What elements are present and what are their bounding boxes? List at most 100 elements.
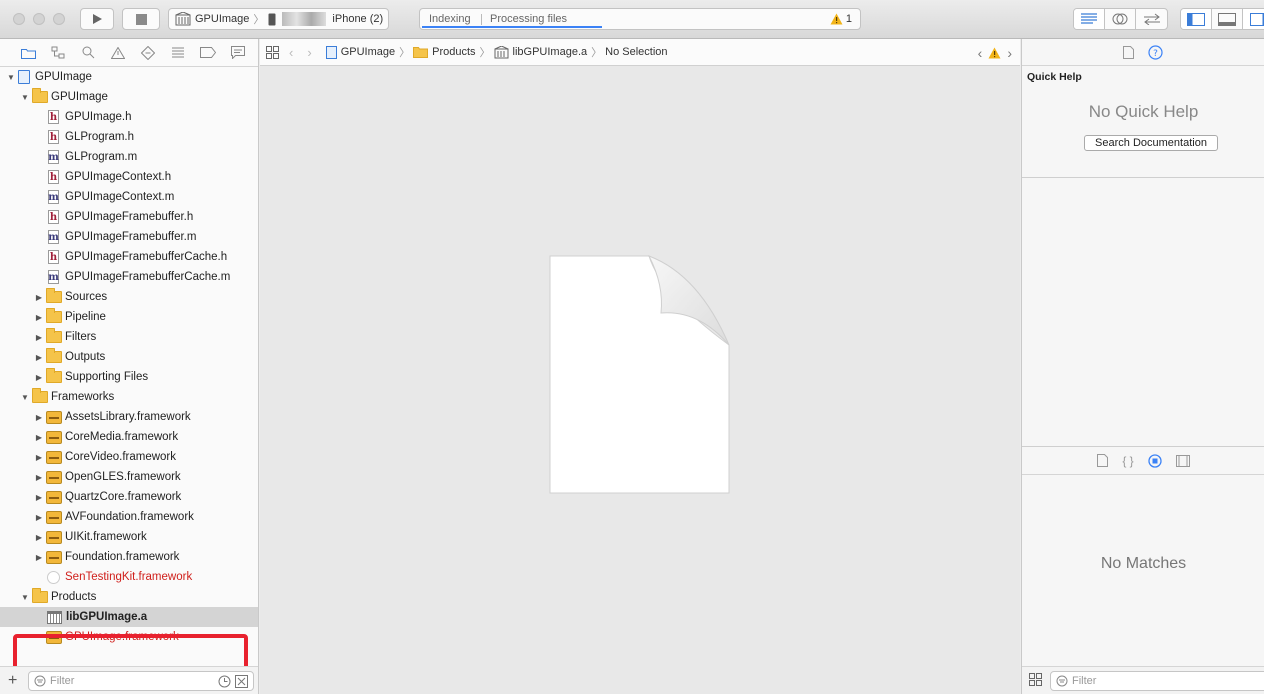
warning-icon[interactable]: [988, 47, 1001, 59]
disclosure-closed-icon[interactable]: ▶: [34, 372, 44, 382]
breadcrumb-library[interactable]: libGPUImage.a: [494, 45, 587, 59]
disclosure-closed-icon[interactable]: ▶: [34, 432, 44, 442]
source-file-icon: m: [48, 150, 59, 164]
disclosure-closed-icon[interactable]: ▶: [34, 552, 44, 562]
disclosure-closed-icon[interactable]: ▶: [34, 452, 44, 462]
navigator-filter-input[interactable]: Filter: [28, 671, 254, 691]
tree-row[interactable]: h GPUImageFramebuffer.h: [0, 207, 258, 227]
tree-row[interactable]: ▼ GPUImage: [0, 67, 258, 87]
disclosure-open-icon[interactable]: ▼: [20, 392, 30, 402]
warning-indicator[interactable]: 1: [830, 13, 852, 25]
run-button[interactable]: [80, 8, 114, 30]
toggle-navigator-button[interactable]: [1181, 9, 1212, 29]
disclosure-open-icon[interactable]: ▼: [20, 592, 30, 602]
minimize-window-button[interactable]: [33, 13, 45, 25]
tree-row[interactable]: h GPUImageContext.h: [0, 167, 258, 187]
test-tab-icon[interactable]: [138, 45, 158, 61]
tree-row[interactable]: h GLProgram.h: [0, 127, 258, 147]
tree-row[interactable]: ▶ Foundation.framework: [0, 547, 258, 567]
disclosure-open-icon[interactable]: ▼: [6, 72, 16, 82]
disclosure-closed-icon[interactable]: ▶: [34, 292, 44, 302]
tree-row[interactable]: ▶ UIKit.framework: [0, 527, 258, 547]
tree-row[interactable]: ▶ Supporting Files: [0, 367, 258, 387]
disclosure-closed-icon[interactable]: ▶: [34, 472, 44, 482]
toggle-inspector-button[interactable]: [1243, 9, 1264, 29]
hierarchy-tab-icon[interactable]: [48, 45, 68, 61]
activity-view: Indexing Processing files 1: [419, 8, 861, 30]
disclosure-closed-icon[interactable]: ▶: [34, 352, 44, 362]
disclosure-closed-icon[interactable]: ▶: [34, 532, 44, 542]
tree-row[interactable]: libGPUImage.a: [0, 607, 258, 627]
breadcrumb-project[interactable]: GPUImage: [325, 45, 395, 59]
library-filter-input[interactable]: Filter: [1050, 671, 1264, 691]
toggle-debug-area-button[interactable]: [1212, 9, 1243, 29]
search-tab-icon[interactable]: [78, 45, 98, 61]
breadcrumb-selection[interactable]: No Selection: [605, 46, 667, 58]
media-library-icon[interactable]: [1175, 454, 1190, 467]
tree-row[interactable]: ▶ Outputs: [0, 347, 258, 367]
tree-row[interactable]: m GPUImageFramebufferCache.m: [0, 267, 258, 287]
disclosure-closed-icon[interactable]: ▶: [34, 312, 44, 322]
issue-tab-icon[interactable]: [108, 45, 128, 61]
source-control-filter-icon[interactable]: [235, 675, 248, 688]
tree-row[interactable]: m GPUImageFramebuffer.m: [0, 227, 258, 247]
report-tab-icon[interactable]: [228, 45, 248, 61]
forward-arrow-icon[interactable]: ›: [307, 45, 311, 60]
tree-row[interactable]: ▶ CoreVideo.framework: [0, 447, 258, 467]
tree-row[interactable]: h GPUImage.h: [0, 107, 258, 127]
scheme-selector[interactable]: GPUImage 〉 iPhone (2): [168, 8, 389, 30]
file-inspector-icon[interactable]: [1123, 45, 1134, 59]
back-arrow-icon[interactable]: ‹: [289, 45, 293, 60]
folder-tab-icon[interactable]: [18, 45, 38, 61]
disclosure-closed-icon[interactable]: ▶: [34, 412, 44, 422]
previous-issue-icon[interactable]: ‹: [978, 45, 983, 61]
disclosure-closed-icon[interactable]: ▶: [34, 492, 44, 502]
version-editor-button[interactable]: [1136, 9, 1167, 29]
standard-editor-button[interactable]: [1074, 9, 1105, 29]
close-window-button[interactable]: [13, 13, 25, 25]
recent-files-icon[interactable]: [218, 675, 231, 688]
code-snippet-icon[interactable]: { }: [1122, 454, 1133, 468]
add-icon[interactable]: +: [8, 672, 17, 690]
assistant-editor-button[interactable]: [1105, 9, 1136, 29]
tree-row[interactable]: SenTestingKit.framework: [0, 567, 258, 587]
quick-help-icon[interactable]: ?: [1148, 44, 1163, 60]
tree-row[interactable]: ▶ AVFoundation.framework: [0, 507, 258, 527]
debug-tab-icon[interactable]: [168, 45, 188, 61]
breadcrumb-products[interactable]: Products: [413, 46, 476, 58]
framework-icon: [46, 490, 62, 504]
tree-row[interactable]: ▶ Sources: [0, 287, 258, 307]
tree-row[interactable]: ▼ Frameworks: [0, 387, 258, 407]
breadcrumb-chevron-icon: 〉: [479, 47, 491, 59]
navigator-filter-bar: + Filter: [0, 666, 258, 694]
tree-row[interactable]: ▶ Filters: [0, 327, 258, 347]
disclosure-closed-icon[interactable]: ▶: [34, 512, 44, 522]
zoom-window-button[interactable]: [53, 13, 65, 25]
scheme-target-label: GPUImage: [195, 13, 250, 25]
stop-button[interactable]: [122, 8, 160, 30]
tree-row-label: UIKit.framework: [65, 531, 147, 543]
tree-row[interactable]: m GLProgram.m: [0, 147, 258, 167]
disclosure-open-icon[interactable]: ▼: [20, 92, 30, 102]
tree-row[interactable]: ▶ AssetsLibrary.framework: [0, 407, 258, 427]
tree-row[interactable]: ▶ QuartzCore.framework: [0, 487, 258, 507]
related-items-icon[interactable]: [266, 45, 279, 59]
next-issue-icon[interactable]: ›: [1007, 45, 1012, 61]
breakpoint-tab-icon[interactable]: [198, 45, 218, 61]
disclosure-closed-icon[interactable]: ▶: [34, 332, 44, 342]
tree-row[interactable]: ▼ Products: [0, 587, 258, 607]
tree-row[interactable]: ▶ OpenGLES.framework: [0, 467, 258, 487]
tree-row[interactable]: ▼ GPUImage: [0, 87, 258, 107]
tree-row[interactable]: GPUImage.framework: [0, 627, 258, 647]
tree-row[interactable]: ▶ CoreMedia.framework: [0, 427, 258, 447]
tree-row[interactable]: m GPUImageContext.m: [0, 187, 258, 207]
search-documentation-button[interactable]: Search Documentation: [1084, 135, 1218, 151]
tree-row[interactable]: ▶ Pipeline: [0, 307, 258, 327]
chevron-right-icon: 〉: [253, 14, 265, 26]
file-template-icon[interactable]: [1097, 454, 1109, 467]
grid-view-icon[interactable]: [1029, 673, 1042, 686]
object-library-icon[interactable]: [1148, 453, 1162, 468]
tree-row[interactable]: h GPUImageFramebufferCache.h: [0, 247, 258, 267]
